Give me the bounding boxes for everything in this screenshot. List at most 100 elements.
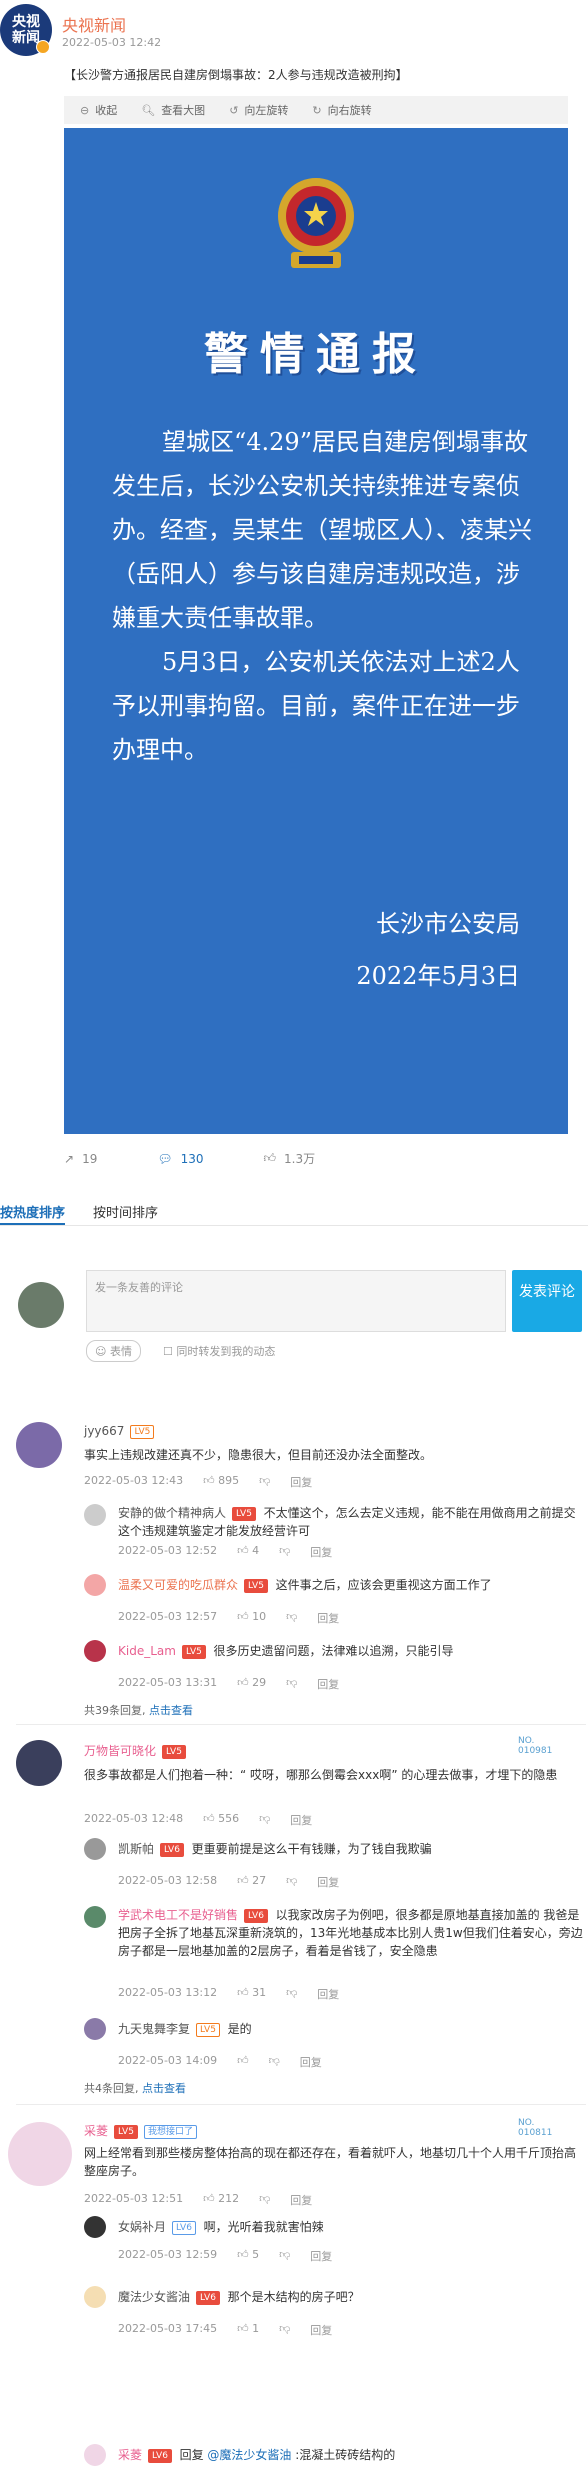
more-prefix: 共	[84, 2082, 95, 2095]
reply-avatar[interactable]	[84, 1574, 106, 1596]
view-large-label: 查看大图	[161, 104, 206, 117]
like-button[interactable]: 👍︎ 4	[237, 1544, 259, 1560]
rotate-right-button[interactable]: ↻ 向右旋转	[312, 102, 371, 118]
like-button[interactable]: 👍︎	[237, 2054, 249, 2070]
like-count: 10	[252, 1610, 267, 1623]
reply-name[interactable]: 凯斯帕	[118, 1842, 154, 1856]
reply-button[interactable]: 回复	[300, 2054, 322, 2070]
level-badge: LV5	[181, 1644, 206, 1659]
like-button[interactable]: 👍︎ 27	[237, 1874, 266, 1890]
mention-link[interactable]: @魔法少女酱油	[207, 2448, 291, 2462]
level-badge: LV6	[160, 1842, 184, 1857]
reply-avatar[interactable]	[84, 1640, 106, 1662]
author-avatar[interactable]: 央视 新闻	[0, 4, 52, 56]
reply-button[interactable]: 回复	[310, 2322, 332, 2338]
also-repost-checkbox[interactable]: ☐ 同时转发到我的动态	[163, 1343, 275, 1359]
tab-sort-hot[interactable]: 按热度排序	[0, 1196, 66, 1225]
like-button[interactable]: 👍︎ 31	[237, 1986, 266, 2002]
reply-avatar[interactable]	[84, 2018, 106, 2040]
notice-paragraph-1: 望城区“4.29”居民自建房倒塌事故发生后，长沙公安机关持续推进专案侦办。经查，…	[112, 428, 532, 632]
commenter-name[interactable]: jyy667 LV5	[84, 1424, 155, 1439]
dislike-icon[interactable]: 👎︎	[259, 1474, 270, 1490]
dislike-icon[interactable]: 👎︎	[269, 2054, 280, 2070]
view-more-link[interactable]: 点击查看	[149, 1704, 193, 1717]
dislike-icon[interactable]: 👎︎	[279, 2248, 290, 2264]
like-button[interactable]: 👍︎ 556	[203, 1812, 239, 1828]
reply-name[interactable]: 女娲补月	[118, 2220, 166, 2234]
dislike-icon[interactable]: 👎︎	[259, 1812, 270, 1828]
level-badge: LV5	[232, 1506, 256, 1521]
reply-button[interactable]: 回复	[317, 1676, 339, 1692]
reply-button[interactable]: 回复	[317, 1874, 339, 1890]
reply-button[interactable]: 回复	[290, 2192, 312, 2208]
reply-button[interactable]: 回复	[317, 1986, 339, 2002]
commenter-avatar[interactable]	[16, 1422, 62, 1468]
like-count: 556	[218, 1812, 240, 1825]
like-button[interactable]: 👍︎ 29	[237, 1676, 266, 1692]
comment-button[interactable]: 💬︎ 130	[157, 1152, 203, 1166]
collapse-label: 收起	[95, 104, 118, 117]
like-count: 895	[218, 1474, 240, 1487]
reply-name[interactable]: 安静的做个精神病人	[118, 1506, 226, 1520]
reply-text: 啊，光听着我就害怕辣	[203, 2220, 324, 2234]
reply-meta: 2022-05-03 13:31 👍︎ 29 👎︎ 回复	[118, 1676, 339, 1692]
reply-name[interactable]: 温柔又可爱的吃瓜群众	[118, 1578, 238, 1592]
commenter-name[interactable]: 万物皆可晓化 LV5	[84, 1742, 186, 1759]
reply-button[interactable]: 回复	[290, 1812, 312, 1828]
reply-avatar[interactable]	[84, 2216, 106, 2238]
reply-avatar[interactable]	[84, 2286, 106, 2308]
reply-avatar[interactable]	[84, 1504, 106, 1526]
dislike-icon[interactable]: 👎︎	[259, 2192, 270, 2208]
reply-time: 2022-05-03 12:52	[118, 1544, 218, 1557]
post-header: 央视 新闻 央视新闻 2022-05-03 12:42	[0, 0, 588, 60]
reply-button[interactable]: 回复	[317, 1610, 339, 1626]
like-button[interactable]: 👍︎ 895	[203, 1474, 239, 1490]
reply-name[interactable]: 魔法少女酱油	[118, 2290, 190, 2304]
repost-count: 19	[82, 1151, 98, 1166]
view-large-button[interactable]: 🔍︎ 查看大图	[141, 102, 205, 118]
reply-button[interactable]: 回复	[290, 1474, 312, 1490]
emoji-button[interactable]: ☺ 表情	[86, 1340, 141, 1362]
repost-button[interactable]: ↗ 19	[64, 1152, 97, 1166]
dislike-icon[interactable]: 👎︎	[279, 2322, 290, 2338]
like-button[interactable]: 👍︎ 5	[237, 2248, 259, 2264]
reply-avatar[interactable]	[84, 2444, 106, 2466]
comment-time: 2022-05-03 12:48	[84, 1812, 184, 1825]
sort-tabs: 按热度排序 按时间排序	[0, 1196, 588, 1226]
reply-name[interactable]: 采菱	[118, 2448, 142, 2462]
comment-input[interactable]: 发一条友善的评论	[86, 1270, 506, 1332]
view-more-link[interactable]: 点击查看	[142, 2082, 186, 2095]
reply-meta: 2022-05-03 12:59 👍︎ 5 👎︎ 回复	[118, 2248, 332, 2264]
reply-button[interactable]: 回复	[310, 2248, 332, 2264]
author-name[interactable]: 央视新闻	[62, 12, 126, 36]
dislike-icon[interactable]: 👎︎	[286, 1986, 297, 2002]
reply-text: 这件事之后，应该会更重视这方面工作了	[275, 1578, 492, 1592]
collapse-button[interactable]: ⊖ 收起	[80, 102, 117, 118]
tab-sort-time[interactable]: 按时间排序	[93, 1196, 158, 1225]
dislike-icon[interactable]: 👎︎	[286, 1610, 297, 1626]
notice-paragraph-2: 5月3日，公安机关依法对上述2人予以刑事拘留。目前，案件正在进一步办理中。	[112, 648, 520, 764]
reply-button[interactable]: 回复	[310, 1544, 332, 1560]
like-button[interactable]: 👍︎ 10	[237, 1610, 266, 1626]
like-button[interactable]: 👍︎ 1	[237, 2322, 259, 2338]
commenter-avatar[interactable]	[8, 2122, 72, 2186]
commenter-avatar[interactable]	[16, 1740, 62, 1786]
dislike-icon[interactable]: 👎︎	[286, 1676, 297, 1692]
police-notice-image[interactable]: 警情通报 望城区“4.29”居民自建房倒塌事故发生后，长沙公安机关持续推进专案侦…	[64, 128, 568, 1134]
commenter-name[interactable]: 采菱 LV5 我想接口了	[84, 2122, 197, 2139]
reply-name[interactable]: 九天鬼舞李复	[118, 2022, 190, 2036]
reply-text: 更重要前提是这么干有钱赚，为了钱自我欺骗	[191, 1842, 432, 1856]
reply-name[interactable]: 学武术电工不是好销售	[118, 1908, 238, 1922]
comment-icon: 💬︎	[157, 1151, 173, 1166]
police-emblem-icon	[278, 178, 354, 268]
dislike-icon[interactable]: 👎︎	[279, 1544, 290, 1560]
reply-avatar[interactable]	[84, 1838, 106, 1860]
rotate-left-button[interactable]: ↺ 向左旋转	[229, 102, 288, 118]
reply-avatar[interactable]	[84, 1906, 106, 1928]
send-comment-button[interactable]: 发表评论	[512, 1270, 582, 1332]
reply-meta: 2022-05-03 14:09 👍︎ 👎︎ 回复	[118, 2054, 322, 2070]
like-button[interactable]: 👍︎ 1.3万	[263, 1150, 315, 1167]
reply-name[interactable]: Kide_Lam	[118, 1644, 176, 1658]
dislike-icon[interactable]: 👎︎	[286, 1874, 297, 1890]
like-button[interactable]: 👍︎ 212	[203, 2192, 239, 2208]
